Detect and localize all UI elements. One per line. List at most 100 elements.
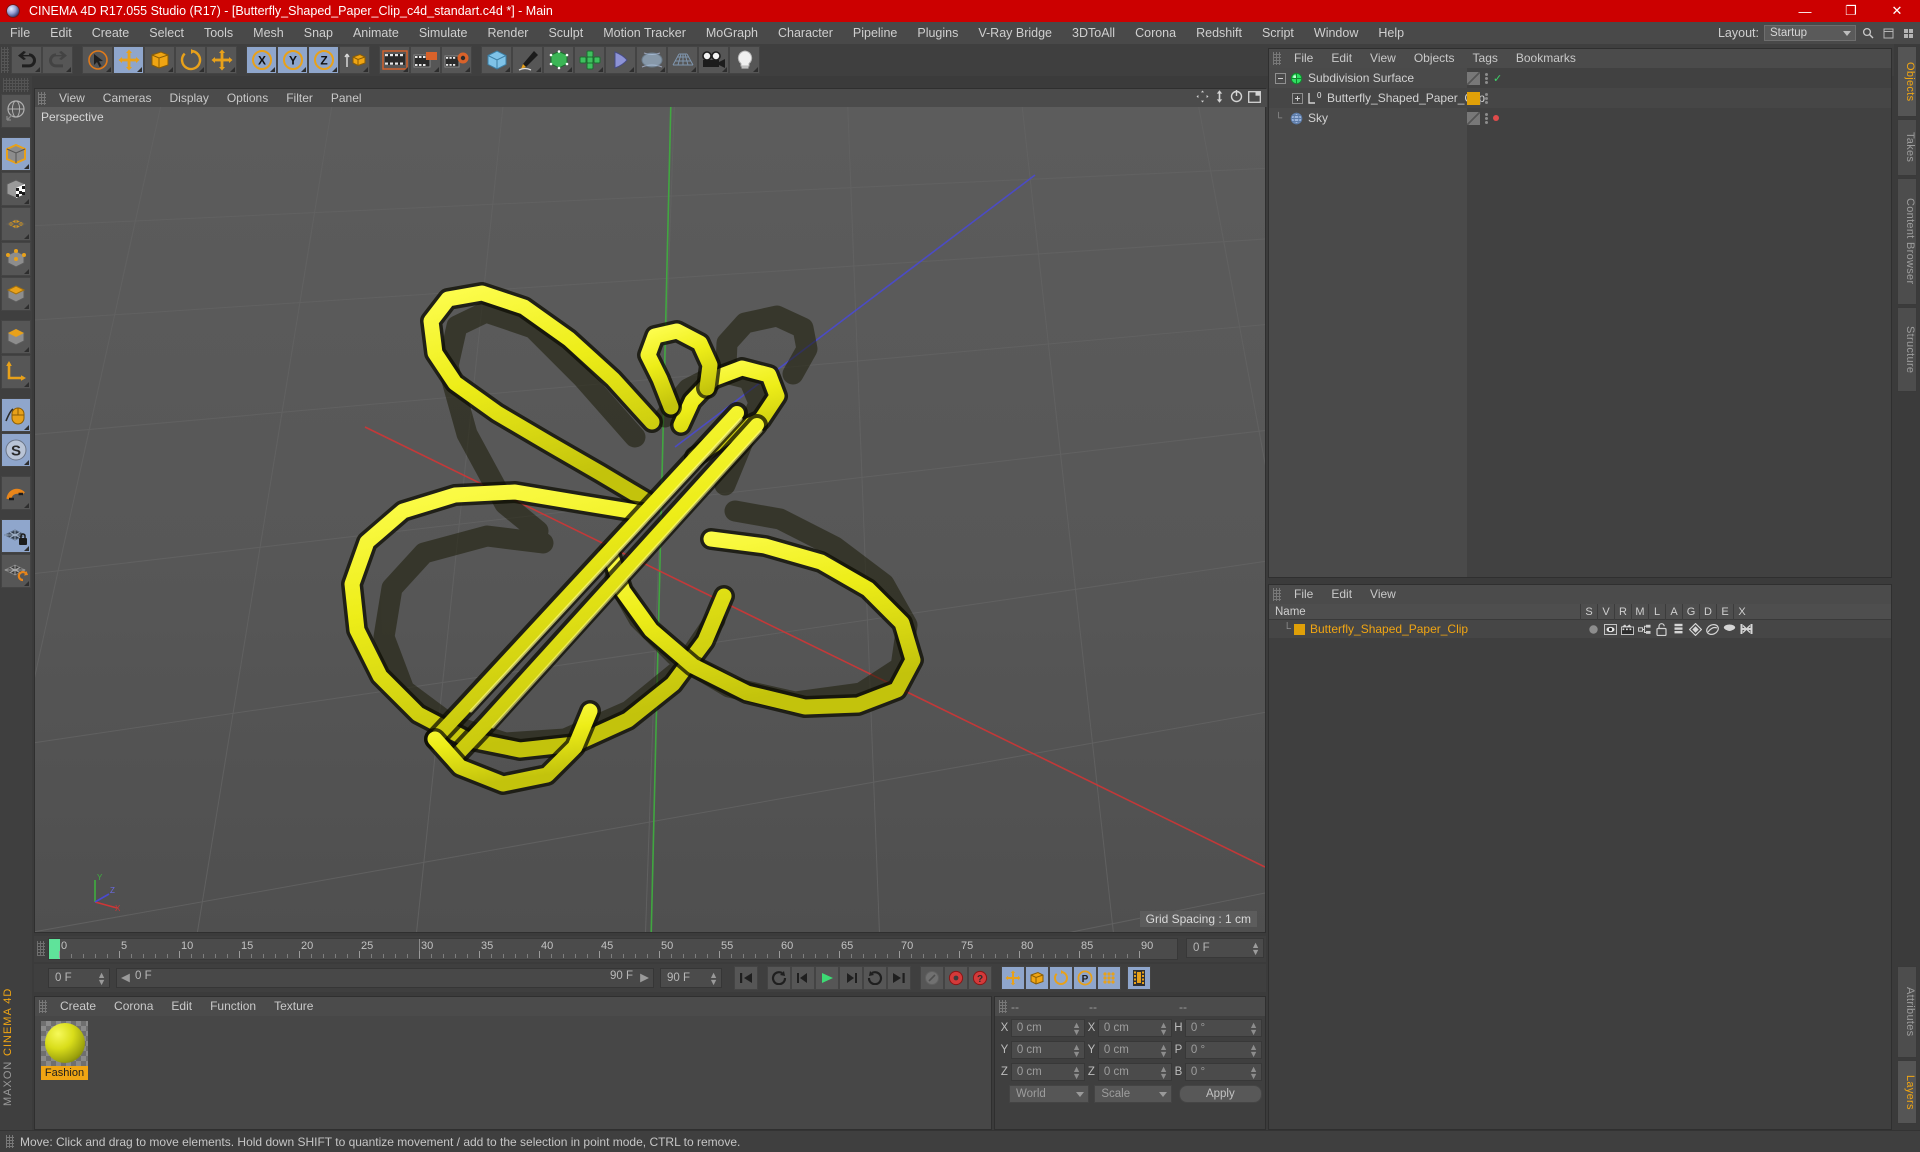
dot-gray-icon[interactable] [1587,624,1599,635]
render-view-button[interactable] [379,46,410,74]
layer-color-swatch[interactable] [1294,624,1305,635]
object-row[interactable]: └Sky [1269,108,1891,128]
menu-item-select[interactable]: Select [139,22,194,44]
apply-button[interactable]: Apply [1179,1085,1262,1103]
model-mode-button[interactable] [1,137,31,171]
pan-viewport-icon[interactable] [1214,90,1225,106]
panel-grip-icon[interactable] [38,92,46,105]
rotation-field[interactable]: 0 °▲▼ [1185,1019,1262,1037]
menu-item-corona[interactable]: Corona [1125,22,1186,44]
menu-item-help[interactable]: Help [1368,22,1414,44]
menu-item-redshift[interactable]: Redshift [1186,22,1252,44]
column-header-x[interactable]: X [1733,604,1750,620]
stepper-icon[interactable]: ▲▼ [1159,1022,1168,1036]
material-menu-texture[interactable]: Texture [265,997,322,1016]
material-list[interactable]: Fashion [35,1016,991,1129]
size-field[interactable]: 0 cm▲▼ [1098,1041,1172,1059]
render-region-button[interactable] [410,46,441,74]
workplane-button[interactable]: S [1,433,31,467]
add-array-button[interactable] [574,46,605,74]
right-tab-content-browser[interactable]: Content Browser [1897,178,1917,305]
object-tag-dots-icon[interactable] [1485,112,1488,125]
stepper-icon[interactable]: ▲▼ [1072,1022,1081,1036]
add-cube-button[interactable] [481,46,512,74]
stepper-icon[interactable]: ▲▼ [1249,1066,1258,1080]
go-to-start-button[interactable] [734,966,758,990]
lock-z-axis[interactable]: Z [308,46,339,74]
make-editable-button[interactable] [1,94,31,128]
viewport-menu-cameras[interactable]: Cameras [94,89,161,107]
next-key-button[interactable] [863,966,887,990]
cap-icon[interactable] [1723,624,1735,635]
menu-item-snap[interactable]: Snap [294,22,343,44]
record-param-button[interactable]: P [1073,966,1097,990]
object-menu-edit[interactable]: Edit [1322,49,1361,68]
menu-item-motion-tracker[interactable]: Motion Tracker [593,22,696,44]
render-settings-button[interactable] [441,46,472,74]
move-alt-tool[interactable] [206,46,237,74]
menu-item-character[interactable]: Character [768,22,843,44]
stepper-icon[interactable]: ▲▼ [1251,942,1260,956]
layout-select[interactable]: Startup [1764,25,1856,41]
right-tab-attributes[interactable]: Attributes [1897,966,1917,1058]
column-header-d[interactable]: D [1699,604,1716,620]
world-object-axis[interactable] [339,46,370,74]
record-scale-button[interactable] [1025,966,1049,990]
column-header-v[interactable]: V [1597,604,1614,620]
step-forward-button[interactable] [839,966,863,990]
search-icon[interactable] [1860,25,1876,41]
rotate-viewport-icon[interactable] [1230,90,1243,106]
point-mode-button[interactable] [1,242,31,276]
layer-row[interactable]: └ Butterfly_Shaped_Paper_Clip [1269,620,1891,638]
generator-icon[interactable] [1689,623,1701,636]
viewport-3d-canvas[interactable]: Perspective Grid Spacing : 1 cm Y X Z [35,107,1265,932]
add-environment-button[interactable] [636,46,667,74]
position-field[interactable]: 0 cm▲▼ [1011,1063,1085,1081]
menu-item-script[interactable]: Script [1252,22,1304,44]
expand-expander-icon[interactable] [1292,93,1303,104]
texture-mode-button[interactable] [1,172,31,206]
right-tab-objects[interactable]: Objects [1897,46,1917,117]
viewport-menu-display[interactable]: Display [160,89,217,107]
viewport-menu-options[interactable]: Options [218,89,277,107]
panel-grip-icon[interactable] [1273,588,1281,601]
layer-menu-view[interactable]: View [1361,585,1405,604]
add-nurbs-button[interactable] [543,46,574,74]
unlock-icon[interactable] [1655,623,1667,636]
object-menu-bookmarks[interactable]: Bookmarks [1507,49,1585,68]
magnet-tool-button[interactable] [1,476,31,510]
panel-grip-icon[interactable] [6,1135,14,1148]
check-icon[interactable]: ✓ [1493,72,1502,85]
viewport-menu-filter[interactable]: Filter [277,89,322,107]
layer-menu-edit[interactable]: Edit [1322,585,1361,604]
material-menu-create[interactable]: Create [51,997,105,1016]
deformer-icon[interactable] [1706,623,1718,636]
size-field[interactable]: 0 cm▲▼ [1098,1063,1172,1081]
object-mode-button[interactable] [1,320,31,354]
edge-mode-button[interactable] [1,277,31,311]
range-max-field[interactable]: 90 F ▲▼ [660,968,722,988]
rotation-field[interactable]: 0 °▲▼ [1185,1041,1262,1059]
object-menu-file[interactable]: File [1285,49,1322,68]
stepper-icon[interactable]: ▲▼ [709,972,718,986]
material-menu-edit[interactable]: Edit [162,997,201,1016]
minimize-button[interactable]: — [1782,0,1828,22]
range-right-arrow-icon[interactable]: ▶ [640,970,649,984]
object-tag-swatch[interactable] [1467,72,1480,85]
position-field[interactable]: 0 cm▲▼ [1011,1041,1085,1059]
right-tab-structure[interactable]: Structure [1897,307,1917,392]
timeline-frame-field[interactable]: 0 F ▲▼ [1186,938,1264,958]
column-header-g[interactable]: G [1682,604,1699,620]
live-selection-tool[interactable] [82,46,113,74]
viewport-menu-panel[interactable]: Panel [322,89,371,107]
panel-grip-icon[interactable] [37,941,45,956]
add-floor-button[interactable] [667,46,698,74]
panel-grip-icon[interactable] [1273,52,1281,65]
scale-tool[interactable] [144,46,175,74]
step-back-button[interactable] [791,966,815,990]
stepper-icon[interactable]: ▲▼ [1249,1022,1258,1036]
material-item[interactable]: Fashion [41,1021,88,1080]
column-header-r[interactable]: R [1614,604,1631,620]
panel-grip-icon[interactable] [999,1000,1007,1013]
add-deformer-button[interactable] [605,46,636,74]
